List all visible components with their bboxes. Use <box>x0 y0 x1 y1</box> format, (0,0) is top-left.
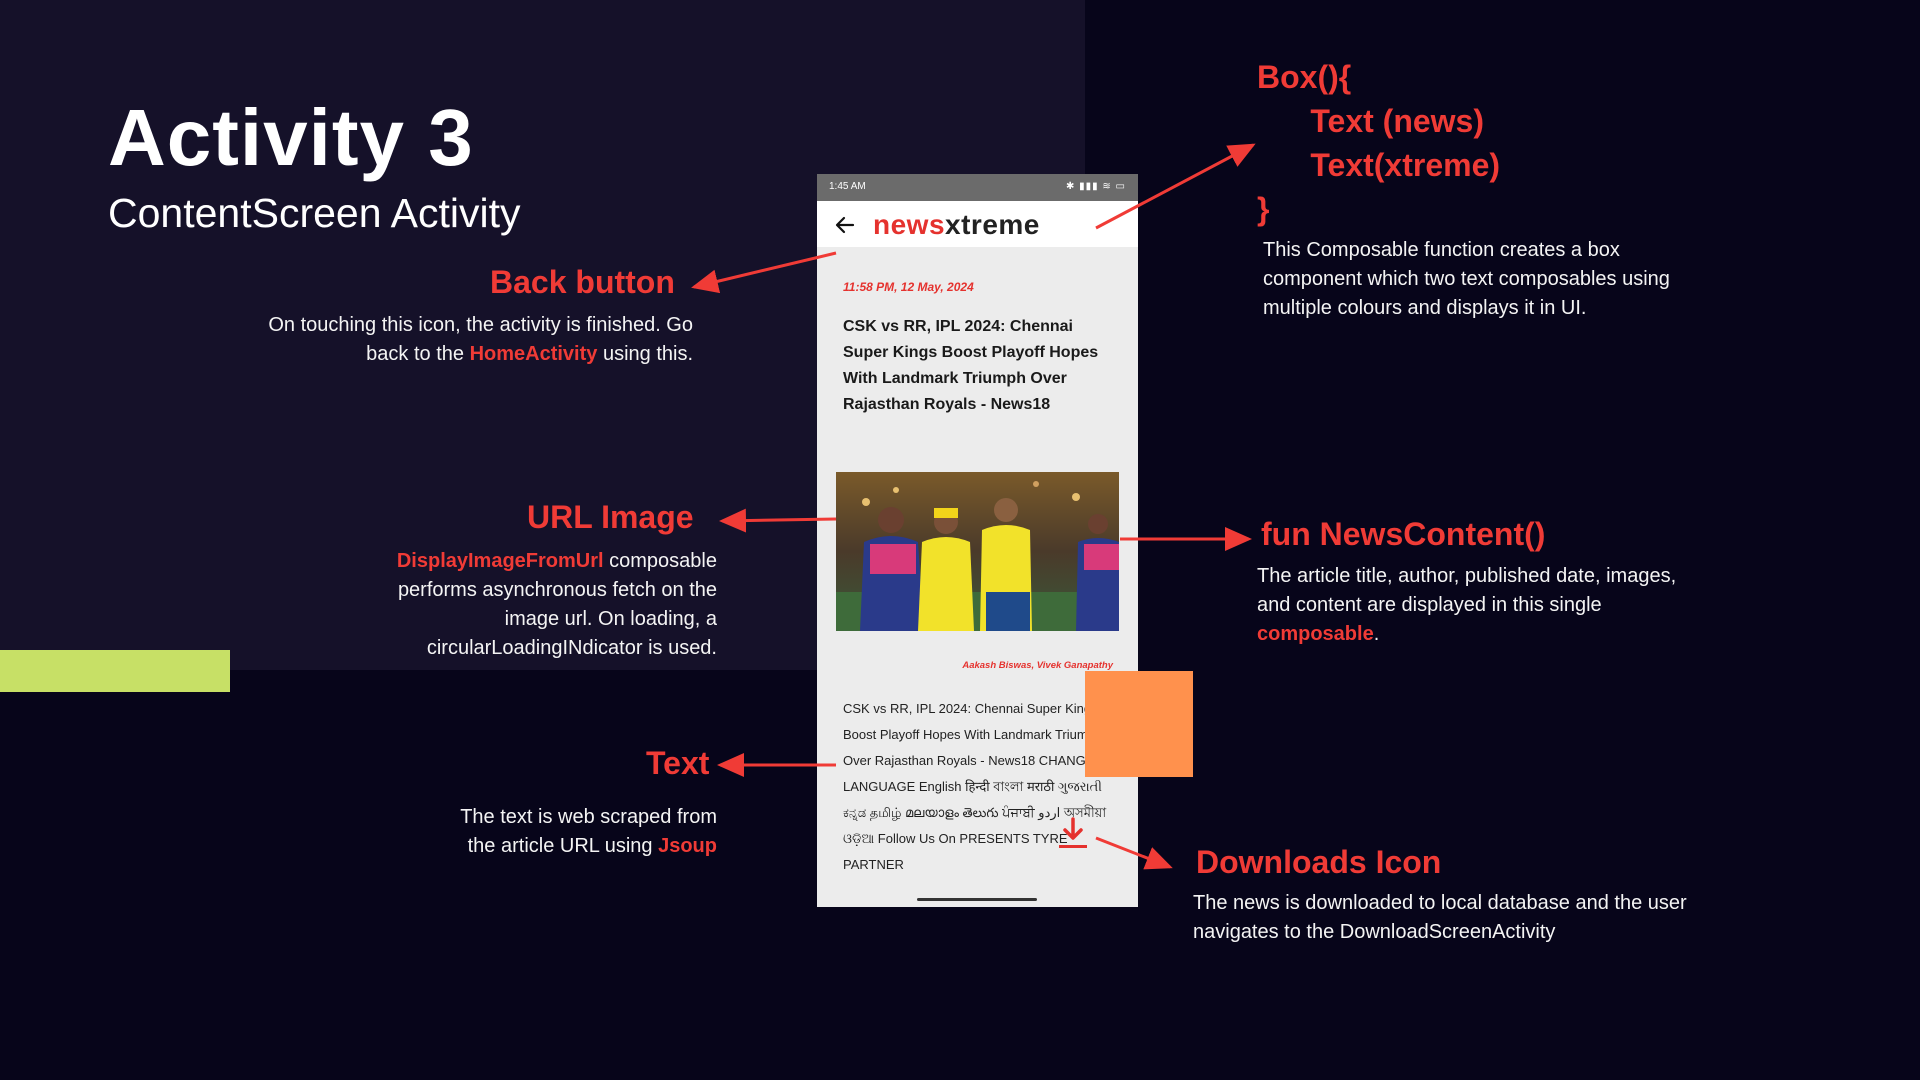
box-desc-line: component which two text composables usi… <box>1263 268 1670 290</box>
article-image <box>836 472 1119 631</box>
downloads-desc-line: navigates to the DownloadScreenActivity <box>1193 921 1556 943</box>
decorative-orange-square <box>1085 671 1193 777</box>
text-desc-line: the article URL using Jsoup <box>467 835 717 857</box>
news-content-desc-line: composable. <box>1257 623 1380 645</box>
status-time: 1:45 AM <box>829 181 866 192</box>
url-image-desc-line: circularLoadingINdicator is used. <box>426 637 717 659</box>
downloads-desc-line: The news is downloaded to local database… <box>1193 892 1687 914</box>
slide-title: Activity 3 <box>108 93 474 182</box>
highlight-composable: composable <box>1257 623 1374 645</box>
box-description: This Composable function creates a box c… <box>1263 236 1783 323</box>
back-arrow-icon[interactable] <box>833 213 857 237</box>
url-image-desc-line: image url. On loading, a <box>504 608 717 630</box>
url-image-desc-line: performs asynchronous fetch on the <box>397 579 717 601</box>
box-code-block: Box(){ Text (news) Text(xtreme)} <box>1257 59 1501 227</box>
downloads-description: The news is downloaded to local database… <box>1193 889 1793 947</box>
download-icon[interactable] <box>1055 815 1091 851</box>
box-desc-line: multiple colours and displays it in UI. <box>1263 297 1587 319</box>
text-description: The text is web scraped from the article… <box>317 803 717 861</box>
article-headline: CSK vs RR, IPL 2024: Chennai Super Kings… <box>843 318 1099 413</box>
news-content-desc-line: and content are displayed in this single <box>1257 594 1602 616</box>
news-content-description: The article title, author, published dat… <box>1257 562 1797 649</box>
back-button-heading: Back button <box>490 264 675 300</box>
published-date: 11:58 PM, 12 May, 2024 <box>843 280 974 294</box>
news-content-desc-line: The article title, author, published dat… <box>1257 565 1677 587</box>
home-indicator[interactable] <box>917 898 1037 901</box>
status-bar: 1:45 AM ✱ ▮▮▮ ≋ ▭ <box>817 174 1138 201</box>
decorative-lime-bar <box>0 650 230 692</box>
url-image-desc-line: DisplayImageFromUrl composable <box>396 550 717 572</box>
highlight-jsoup: Jsoup <box>658 835 717 857</box>
text-heading: Text <box>646 745 710 781</box>
back-button-desc-line: back to the HomeActivity using this. <box>366 343 693 365</box>
back-button-desc-line: On touching this icon, the activity is f… <box>268 314 693 336</box>
url-image-description: DisplayImageFromUrl composable performs … <box>297 547 717 663</box>
box-desc-line: This Composable function creates a box <box>1263 239 1620 261</box>
url-image-heading: URL Image <box>527 499 694 535</box>
highlight-display-image: DisplayImageFromUrl <box>396 550 604 572</box>
news-content-heading: fun NewsContent() <box>1261 516 1546 552</box>
app-bar: newsxtreme <box>817 201 1138 247</box>
article-author: Aakash Biswas, Vivek Ganapathy <box>962 660 1113 671</box>
downloads-heading: Downloads Icon <box>1196 844 1442 880</box>
status-icons: ✱ ▮▮▮ ≋ ▭ <box>1065 181 1126 192</box>
app-logo: newsxtreme <box>873 209 1040 240</box>
slide-subtitle: ContentScreen Activity <box>108 190 521 236</box>
text-desc-line: The text is web scraped from <box>460 806 717 828</box>
phone-screenshot: 1:45 AM ✱ ▮▮▮ ≋ ▭ newsxtreme 11:58 PM, 1… <box>817 174 1138 907</box>
highlight-home-activity: HomeActivity <box>469 343 598 365</box>
back-button-description: On touching this icon, the activity is f… <box>173 311 693 369</box>
